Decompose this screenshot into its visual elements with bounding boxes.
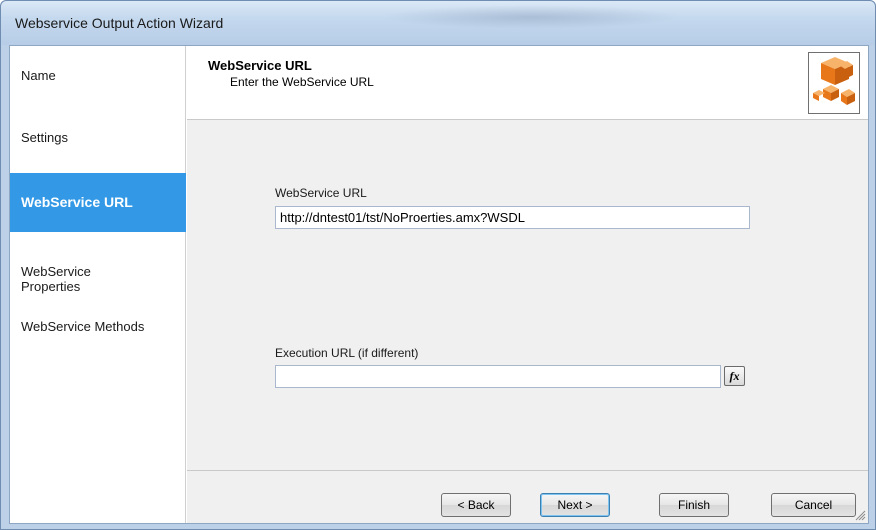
title-bar-glass bbox=[381, 5, 681, 29]
sidebar-item-webservice-url[interactable]: WebService URL bbox=[10, 173, 186, 232]
execution-url-label: Execution URL (if different) bbox=[275, 346, 419, 360]
expression-builder-button[interactable]: fx bbox=[724, 366, 745, 386]
sidebar-item-label: WebService URL bbox=[21, 194, 133, 210]
next-button[interactable]: Next > bbox=[540, 493, 610, 517]
fx-icon: fx bbox=[729, 369, 740, 383]
window-title: Webservice Output Action Wizard bbox=[15, 15, 224, 31]
webservice-url-label: WebService URL bbox=[275, 186, 367, 200]
wizard-steps-sidebar: Name Settings WebService URL WebService … bbox=[10, 46, 186, 523]
step-subtitle: Enter the WebService URL bbox=[230, 75, 374, 89]
step-header: WebService URL Enter the WebService URL bbox=[187, 46, 868, 120]
sidebar-item-label: Settings bbox=[21, 130, 68, 145]
back-button[interactable]: < Back bbox=[441, 493, 511, 517]
sidebar-item-label: WebService Properties bbox=[21, 264, 91, 294]
orange-cubes-icon bbox=[808, 52, 860, 114]
sidebar-item-webservice-methods[interactable]: WebService Methods bbox=[10, 319, 186, 339]
sidebar-item-settings[interactable]: Settings bbox=[10, 130, 186, 160]
cancel-button[interactable]: Cancel bbox=[771, 493, 856, 517]
sidebar-item-label: Name bbox=[21, 68, 56, 83]
resize-grip-icon[interactable] bbox=[854, 509, 866, 521]
step-title: WebService URL bbox=[208, 58, 312, 73]
title-bar[interactable]: Webservice Output Action Wizard bbox=[1, 1, 875, 45]
webservice-url-input[interactable] bbox=[275, 206, 750, 229]
sidebar-item-name[interactable]: Name bbox=[10, 68, 186, 98]
wizard-footer: < Back Next > Finish Cancel bbox=[187, 470, 868, 523]
wizard-client-area: Name Settings WebService URL WebService … bbox=[9, 45, 869, 524]
sidebar-item-webservice-properties[interactable]: WebService Properties bbox=[10, 249, 186, 294]
sidebar-item-label: WebService Methods bbox=[21, 319, 145, 334]
finish-button[interactable]: Finish bbox=[659, 493, 729, 517]
execution-url-input[interactable] bbox=[275, 365, 721, 388]
wizard-window: Webservice Output Action Wizard Name Set… bbox=[0, 0, 876, 530]
wizard-main-panel: WebService URL Enter the WebService URL bbox=[187, 46, 868, 523]
orange-cubes-graphic bbox=[813, 57, 855, 105]
